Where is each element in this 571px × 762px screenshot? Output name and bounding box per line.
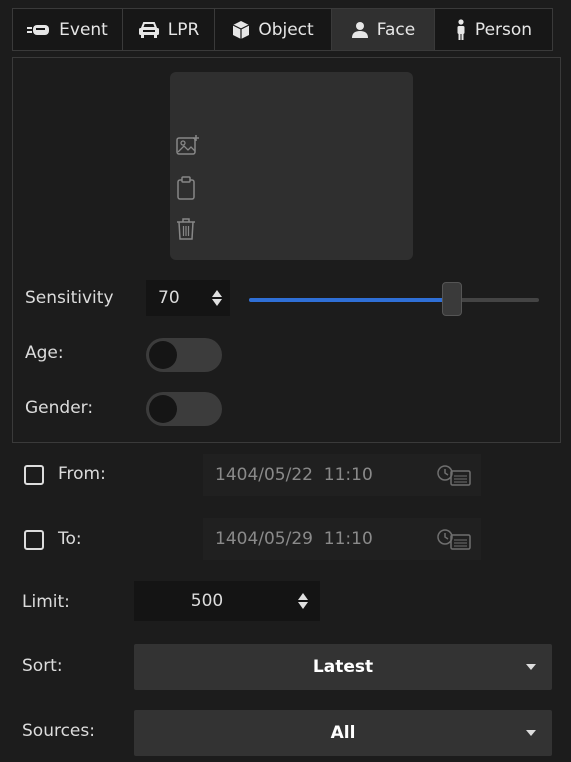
limit-spinbox[interactable]: 500 [134, 581, 320, 621]
from-checkbox[interactable] [24, 465, 44, 485]
tab-object-label: Object [258, 19, 314, 40]
limit-value: 500 [190, 591, 224, 611]
tab-event-label: Event [59, 19, 108, 40]
from-label: From: [58, 464, 106, 484]
from-datetime-field[interactable]: 1404/05/22 11:10 [203, 454, 481, 496]
paste-clipboard-icon[interactable] [176, 176, 196, 200]
sensitivity-slider-thumb[interactable] [442, 282, 462, 316]
decrement-arrow-icon[interactable] [212, 299, 222, 306]
tab-person[interactable]: Person [435, 8, 553, 50]
face-image-box[interactable] [170, 72, 413, 260]
sources-selected-value: All [330, 723, 356, 743]
to-datetime-field[interactable]: 1404/05/29 11:10 [203, 518, 481, 560]
age-toggle-knob [149, 341, 177, 369]
add-image-icon[interactable] [176, 134, 200, 156]
sort-dropdown[interactable]: Latest [134, 644, 552, 690]
tab-lpr-label: LPR [167, 19, 200, 40]
cube-icon [233, 20, 250, 39]
tab-object[interactable]: Object [215, 8, 332, 50]
sensitivity-stepper[interactable] [212, 290, 222, 306]
car-icon [138, 21, 159, 38]
tab-face[interactable]: Face [332, 8, 435, 50]
search-type-tabs: Event LPR Object Face Person [12, 8, 553, 51]
limit-stepper[interactable] [298, 593, 308, 609]
to-datetime-value: 1404/05/29 11:10 [215, 529, 373, 549]
sort-label: Sort: [22, 656, 63, 676]
sort-selected-value: Latest [312, 657, 374, 677]
sensitivity-label: Sensitivity [25, 288, 114, 308]
to-checkbox[interactable] [24, 530, 44, 550]
chevron-down-icon [526, 730, 536, 736]
sources-label: Sources: [22, 721, 95, 741]
datetime-picker-icon[interactable] [437, 464, 471, 486]
sensitivity-slider-fill [249, 298, 452, 302]
gender-toggle[interactable] [146, 392, 222, 426]
gender-label: Gender: [25, 398, 94, 418]
person-icon [351, 21, 368, 38]
event-icon [27, 24, 50, 35]
face-filter-panel: Sensitivity 70 Age: Gender: [12, 57, 561, 443]
age-toggle[interactable] [146, 338, 222, 372]
sources-dropdown[interactable]: All [134, 710, 552, 756]
tab-lpr[interactable]: LPR [123, 8, 215, 50]
from-datetime-value: 1404/05/22 11:10 [215, 465, 373, 485]
tab-face-label: Face [376, 19, 416, 40]
to-label: To: [58, 529, 82, 549]
tab-person-label: Person [474, 19, 533, 40]
tab-event[interactable]: Event [12, 8, 123, 50]
sensitivity-spinbox[interactable]: 70 [146, 280, 230, 316]
sensitivity-slider[interactable] [249, 282, 539, 316]
increment-arrow-icon[interactable] [212, 290, 222, 297]
delete-trash-icon[interactable] [176, 217, 196, 241]
age-label: Age: [25, 343, 64, 363]
datetime-picker-icon[interactable] [437, 528, 471, 550]
decrement-arrow-icon[interactable] [298, 602, 308, 609]
gender-toggle-knob [149, 395, 177, 423]
standing-person-icon [457, 18, 465, 40]
limit-label: Limit: [22, 592, 70, 612]
chevron-down-icon [526, 664, 536, 670]
increment-arrow-icon[interactable] [298, 593, 308, 600]
sensitivity-value: 70 [158, 288, 180, 308]
